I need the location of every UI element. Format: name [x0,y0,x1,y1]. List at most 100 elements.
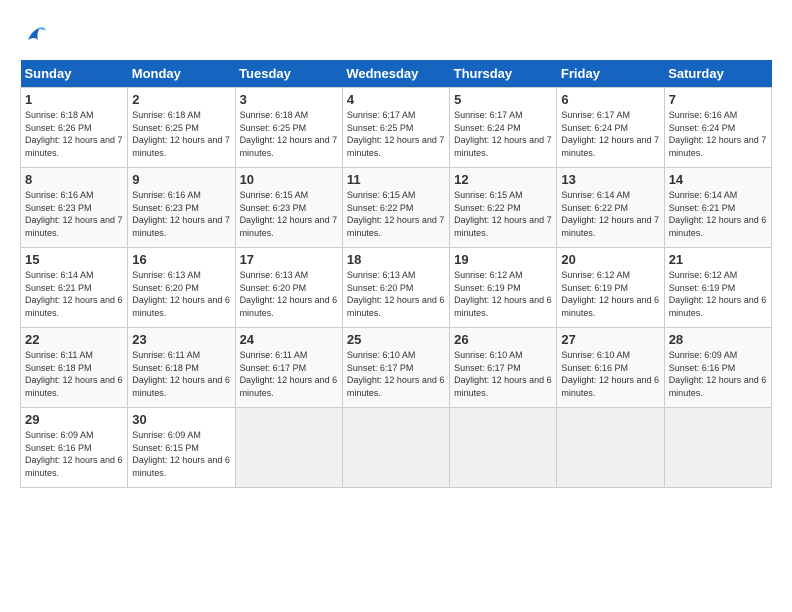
calendar-cell: 6 Sunrise: 6:17 AMSunset: 6:24 PMDaylight… [557,88,664,168]
cell-sun-info: Sunrise: 6:09 AMSunset: 6:15 PMDaylight:… [132,429,230,479]
weekday-header: Thursday [450,60,557,88]
calendar-cell: 20 Sunrise: 6:12 AMSunset: 6:19 PMDayligh… [557,248,664,328]
calendar-cell [664,408,771,488]
cell-sun-info: Sunrise: 6:11 AMSunset: 6:17 PMDaylight:… [240,349,338,399]
day-number: 6 [561,92,659,107]
calendar-cell: 9Sunrise: 6:16 AMSunset: 6:23 PMDaylight… [128,168,235,248]
cell-sun-info: Sunrise: 6:18 AMSunset: 6:25 PMDaylight:… [240,109,338,159]
day-number: 27 [561,332,659,347]
calendar-cell: 11 Sunrise: 6:15 AMSunset: 6:22 PMDayligh… [342,168,449,248]
page-header [20,20,772,50]
cell-sun-info: Sunrise: 6:13 AMSunset: 6:20 PMDaylight:… [132,269,230,319]
cell-sun-info: Sunrise: 6:10 AMSunset: 6:17 PMDaylight:… [347,349,445,399]
logo [20,20,54,50]
day-number: 1 [25,92,123,107]
calendar-cell: 19 Sunrise: 6:12 AMSunset: 6:19 PMDayligh… [450,248,557,328]
day-number: 25 [347,332,445,347]
day-number: 12 [454,172,552,187]
day-number: 18 [347,252,445,267]
day-number: 26 [454,332,552,347]
calendar-cell: 16 Sunrise: 6:13 AMSunset: 6:20 PMDayligh… [128,248,235,328]
cell-sun-info: Sunrise: 6:15 AMSunset: 6:22 PMDaylight:… [347,189,445,239]
day-number: 15 [25,252,123,267]
day-number: 21 [669,252,767,267]
calendar-cell: 14 Sunrise: 6:14 AMSunset: 6:21 PMDayligh… [664,168,771,248]
day-number: 19 [454,252,552,267]
cell-sun-info: Sunrise: 6:14 AMSunset: 6:21 PMDaylight:… [669,189,767,239]
calendar-week-row: 15Sunrise: 6:14 AMSunset: 6:21 PMDayligh… [21,248,772,328]
day-number: 11 [347,172,445,187]
calendar-cell: 8 Sunrise: 6:16 AMSunset: 6:23 PMDaylight… [21,168,128,248]
cell-sun-info: Sunrise: 6:12 AMSunset: 6:19 PMDaylight:… [669,269,767,319]
calendar-cell: 13Sunrise: 6:14 AMSunset: 6:22 PMDayligh… [557,168,664,248]
cell-sun-info: Sunrise: 6:17 AMSunset: 6:25 PMDaylight:… [347,109,445,159]
calendar-cell: 15Sunrise: 6:14 AMSunset: 6:21 PMDayligh… [21,248,128,328]
cell-sun-info: Sunrise: 6:16 AMSunset: 6:24 PMDaylight:… [669,109,767,159]
cell-sun-info: Sunrise: 6:15 AMSunset: 6:22 PMDaylight:… [454,189,552,239]
cell-sun-info: Sunrise: 6:10 AMSunset: 6:16 PMDaylight:… [561,349,659,399]
calendar-cell: 12 Sunrise: 6:15 AMSunset: 6:22 PMDayligh… [450,168,557,248]
calendar-header: SundayMondayTuesdayWednesdayThursdayFrid… [21,60,772,88]
day-number: 29 [25,412,123,427]
weekday-header: Tuesday [235,60,342,88]
cell-sun-info: Sunrise: 6:16 AMSunset: 6:23 PMDaylight:… [25,189,123,239]
calendar-week-row: 22 Sunrise: 6:11 AMSunset: 6:18 PMDayligh… [21,328,772,408]
day-number: 22 [25,332,123,347]
day-number: 20 [561,252,659,267]
day-number: 4 [347,92,445,107]
day-number: 14 [669,172,767,187]
day-number: 8 [25,172,123,187]
calendar-cell: 28Sunrise: 6:09 AMSunset: 6:16 PMDayligh… [664,328,771,408]
calendar-cell [342,408,449,488]
calendar-cell: 17Sunrise: 6:13 AMSunset: 6:20 PMDayligh… [235,248,342,328]
calendar-cell: 5 Sunrise: 6:17 AMSunset: 6:24 PMDaylight… [450,88,557,168]
logo-icon [20,20,50,50]
calendar-cell: 21 Sunrise: 6:12 AMSunset: 6:19 PMDayligh… [664,248,771,328]
day-number: 24 [240,332,338,347]
cell-sun-info: Sunrise: 6:12 AMSunset: 6:19 PMDaylight:… [561,269,659,319]
calendar-cell: 29 Sunrise: 6:09 AMSunset: 6:16 PMDayligh… [21,408,128,488]
calendar-cell: 30 Sunrise: 6:09 AMSunset: 6:15 PMDayligh… [128,408,235,488]
day-number: 16 [132,252,230,267]
cell-sun-info: Sunrise: 6:09 AMSunset: 6:16 PMDaylight:… [669,349,767,399]
cell-sun-info: Sunrise: 6:09 AMSunset: 6:16 PMDaylight:… [25,429,123,479]
cell-sun-info: Sunrise: 6:17 AMSunset: 6:24 PMDaylight:… [454,109,552,159]
weekday-header: Monday [128,60,235,88]
calendar-cell: 18 Sunrise: 6:13 AMSunset: 6:20 PMDayligh… [342,248,449,328]
weekday-header: Wednesday [342,60,449,88]
day-number: 5 [454,92,552,107]
cell-sun-info: Sunrise: 6:10 AMSunset: 6:17 PMDaylight:… [454,349,552,399]
calendar-cell: 3 Sunrise: 6:18 AMSunset: 6:25 PMDaylight… [235,88,342,168]
day-number: 30 [132,412,230,427]
calendar-cell: 22 Sunrise: 6:11 AMSunset: 6:18 PMDayligh… [21,328,128,408]
calendar-body: 1Sunrise: 6:18 AMSunset: 6:26 PMDaylight… [21,88,772,488]
calendar-week-row: 1Sunrise: 6:18 AMSunset: 6:26 PMDaylight… [21,88,772,168]
calendar-cell [557,408,664,488]
cell-sun-info: Sunrise: 6:14 AMSunset: 6:22 PMDaylight:… [561,189,659,239]
day-number: 3 [240,92,338,107]
day-number: 17 [240,252,338,267]
calendar-cell: 26 Sunrise: 6:10 AMSunset: 6:17 PMDayligh… [450,328,557,408]
cell-sun-info: Sunrise: 6:12 AMSunset: 6:19 PMDaylight:… [454,269,552,319]
calendar-week-row: 8 Sunrise: 6:16 AMSunset: 6:23 PMDaylight… [21,168,772,248]
calendar-table: SundayMondayTuesdayWednesdayThursdayFrid… [20,60,772,488]
calendar-week-row: 29 Sunrise: 6:09 AMSunset: 6:16 PMDayligh… [21,408,772,488]
calendar-cell: 23Sunrise: 6:11 AMSunset: 6:18 PMDayligh… [128,328,235,408]
weekday-header: Friday [557,60,664,88]
calendar-cell: 2 Sunrise: 6:18 AMSunset: 6:25 PMDaylight… [128,88,235,168]
calendar-cell: 1Sunrise: 6:18 AMSunset: 6:26 PMDaylight… [21,88,128,168]
day-number: 2 [132,92,230,107]
calendar-cell: 24 Sunrise: 6:11 AMSunset: 6:17 PMDayligh… [235,328,342,408]
calendar-cell [235,408,342,488]
calendar-cell: 7 Sunrise: 6:16 AMSunset: 6:24 PMDaylight… [664,88,771,168]
calendar-cell: 27 Sunrise: 6:10 AMSunset: 6:16 PMDayligh… [557,328,664,408]
day-number: 9 [132,172,230,187]
cell-sun-info: Sunrise: 6:17 AMSunset: 6:24 PMDaylight:… [561,109,659,159]
day-number: 23 [132,332,230,347]
cell-sun-info: Sunrise: 6:13 AMSunset: 6:20 PMDaylight:… [347,269,445,319]
weekday-header: Sunday [21,60,128,88]
cell-sun-info: Sunrise: 6:18 AMSunset: 6:25 PMDaylight:… [132,109,230,159]
cell-sun-info: Sunrise: 6:11 AMSunset: 6:18 PMDaylight:… [25,349,123,399]
calendar-cell: 25 Sunrise: 6:10 AMSunset: 6:17 PMDayligh… [342,328,449,408]
day-number: 7 [669,92,767,107]
